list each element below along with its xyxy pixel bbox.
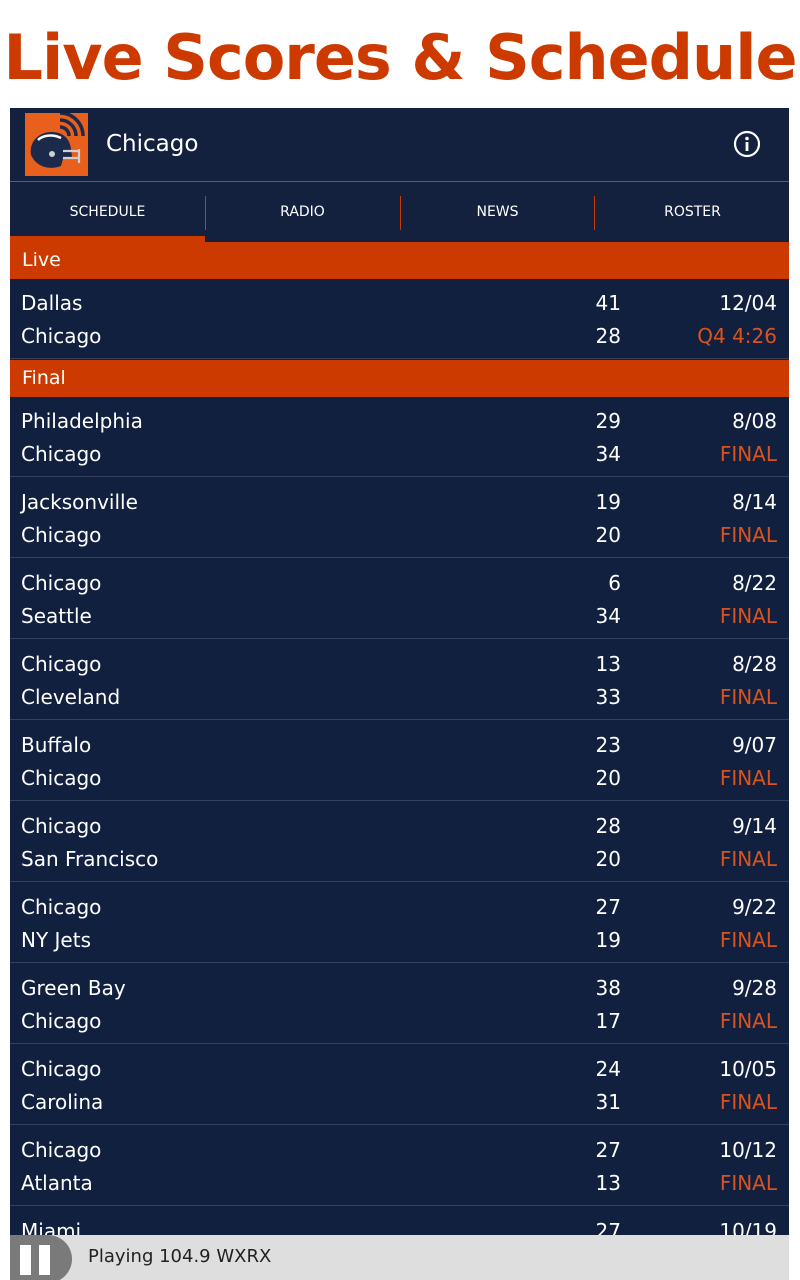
home-team: NY Jets (21, 928, 91, 952)
home-score: 34 (595, 442, 621, 466)
away-score: 27 (595, 895, 621, 919)
game-date: 9/07 (732, 733, 777, 757)
home-score: 13 (595, 1171, 621, 1195)
game-date: 9/22 (732, 895, 777, 919)
game-status: FINAL (719, 766, 777, 790)
away-score: 27 (595, 1138, 621, 1162)
game-row[interactable]: Philadelphia 29 8/08 Chicago 34 FINAL (10, 397, 789, 477)
home-team: Chicago (21, 523, 102, 547)
game-status: FINAL (719, 685, 777, 709)
game-row[interactable]: Dallas 41 12/04 Chicago 28 Q4 4:26 (10, 279, 789, 359)
away-team: Chicago (21, 652, 102, 676)
away-team: Chicago (21, 895, 102, 919)
game-row[interactable]: Chicago 27 9/22 NY Jets 19 FINAL (10, 883, 789, 963)
app-bar: Chicago (10, 108, 789, 182)
tab-schedule[interactable]: SCHEDULE (10, 182, 205, 242)
home-team: Chicago (21, 442, 102, 466)
tab-bar: SCHEDULE RADIO NEWS ROSTER (10, 182, 789, 242)
home-team: Carolina (21, 1090, 104, 1114)
away-score: 23 (595, 733, 621, 757)
home-score: 19 (595, 928, 621, 952)
away-team: Green Bay (21, 976, 126, 1000)
app-title: Chicago (106, 131, 199, 157)
game-status: Q4 4:26 (697, 324, 777, 348)
home-team: Cleveland (21, 685, 121, 709)
game-status: FINAL (719, 442, 777, 466)
game-status: FINAL (719, 928, 777, 952)
game-date: 8/28 (732, 652, 777, 676)
game-date: 10/12 (719, 1138, 777, 1162)
home-team: Atlanta (21, 1171, 93, 1195)
game-status: FINAL (719, 523, 777, 547)
away-team: Dallas (21, 291, 83, 315)
game-date: 9/14 (732, 814, 777, 838)
game-row[interactable]: Jacksonville 19 8/14 Chicago 20 FINAL (10, 478, 789, 558)
away-team: Buffalo (21, 733, 92, 757)
game-row[interactable]: Chicago 24 10/05 Carolina 31 FINAL (10, 1045, 789, 1125)
game-status: FINAL (719, 1090, 777, 1114)
game-status: FINAL (719, 1171, 777, 1195)
game-row[interactable]: Chicago 13 8/28 Cleveland 33 FINAL (10, 640, 789, 720)
now-playing-label: Playing 104.9 WXRX (88, 1246, 272, 1267)
pause-icon (20, 1245, 31, 1275)
away-score: 19 (595, 490, 621, 514)
home-team: San Francisco (21, 847, 159, 871)
home-team: Chicago (21, 324, 102, 348)
game-status: FINAL (719, 604, 777, 628)
home-score: 28 (595, 324, 621, 348)
away-score: 38 (595, 976, 621, 1000)
game-row[interactable]: Chicago 28 9/14 San Francisco 20 FINAL (10, 802, 789, 882)
home-team: Seattle (21, 604, 92, 628)
radio-player-bar: Playing 104.9 WXRX (10, 1235, 789, 1280)
away-team: Chicago (21, 1057, 102, 1081)
pause-button[interactable] (10, 1235, 72, 1280)
game-status: FINAL (719, 847, 777, 871)
game-date: 9/28 (732, 976, 777, 1000)
home-score: 34 (595, 604, 621, 628)
football-helmet-radio-icon (25, 111, 88, 176)
section-header-final: Final (10, 360, 789, 397)
away-team: Philadelphia (21, 409, 143, 433)
home-score: 20 (595, 523, 621, 547)
game-date: 8/14 (732, 490, 777, 514)
away-team: Jacksonville (21, 490, 138, 514)
promo-title: Live Scores & Schedule (3, 21, 798, 94)
tab-news[interactable]: NEWS (400, 182, 595, 242)
game-row[interactable]: Chicago 6 8/22 Seattle 34 FINAL (10, 559, 789, 639)
section-header-live: Live (10, 242, 789, 279)
game-status: FINAL (719, 1009, 777, 1033)
app-screen: Chicago SCHEDULE RADIO NEWS ROSTER Live … (10, 108, 789, 1280)
away-score: 28 (595, 814, 621, 838)
home-score: 20 (595, 847, 621, 871)
tab-roster[interactable]: ROSTER (595, 182, 789, 242)
home-team: Chicago (21, 766, 102, 790)
home-score: 33 (595, 685, 621, 709)
game-date: 12/04 (719, 291, 777, 315)
schedule-list[interactable]: Live Dallas 41 12/04 Chicago 28 Q4 4:26 … (10, 242, 789, 1243)
game-row[interactable]: Buffalo 23 9/07 Chicago 20 FINAL (10, 721, 789, 801)
away-team: Chicago (21, 814, 102, 838)
pause-icon-bar (39, 1245, 50, 1275)
away-score: 6 (608, 571, 621, 595)
away-score: 24 (595, 1057, 621, 1081)
away-team: Chicago (21, 1138, 102, 1162)
tab-radio[interactable]: RADIO (205, 182, 400, 242)
game-row[interactable]: Chicago 27 10/12 Atlanta 13 FINAL (10, 1126, 789, 1206)
info-icon[interactable] (733, 130, 761, 158)
game-date: 8/08 (732, 409, 777, 433)
away-team: Chicago (21, 571, 102, 595)
game-date: 10/05 (719, 1057, 777, 1081)
home-score: 20 (595, 766, 621, 790)
home-score: 31 (595, 1090, 621, 1114)
away-score: 29 (595, 409, 621, 433)
away-score: 13 (595, 652, 621, 676)
game-date: 8/22 (732, 571, 777, 595)
game-row[interactable]: Green Bay 38 9/28 Chicago 17 FINAL (10, 964, 789, 1044)
home-team: Chicago (21, 1009, 102, 1033)
away-score: 41 (595, 291, 621, 315)
home-score: 17 (595, 1009, 621, 1033)
